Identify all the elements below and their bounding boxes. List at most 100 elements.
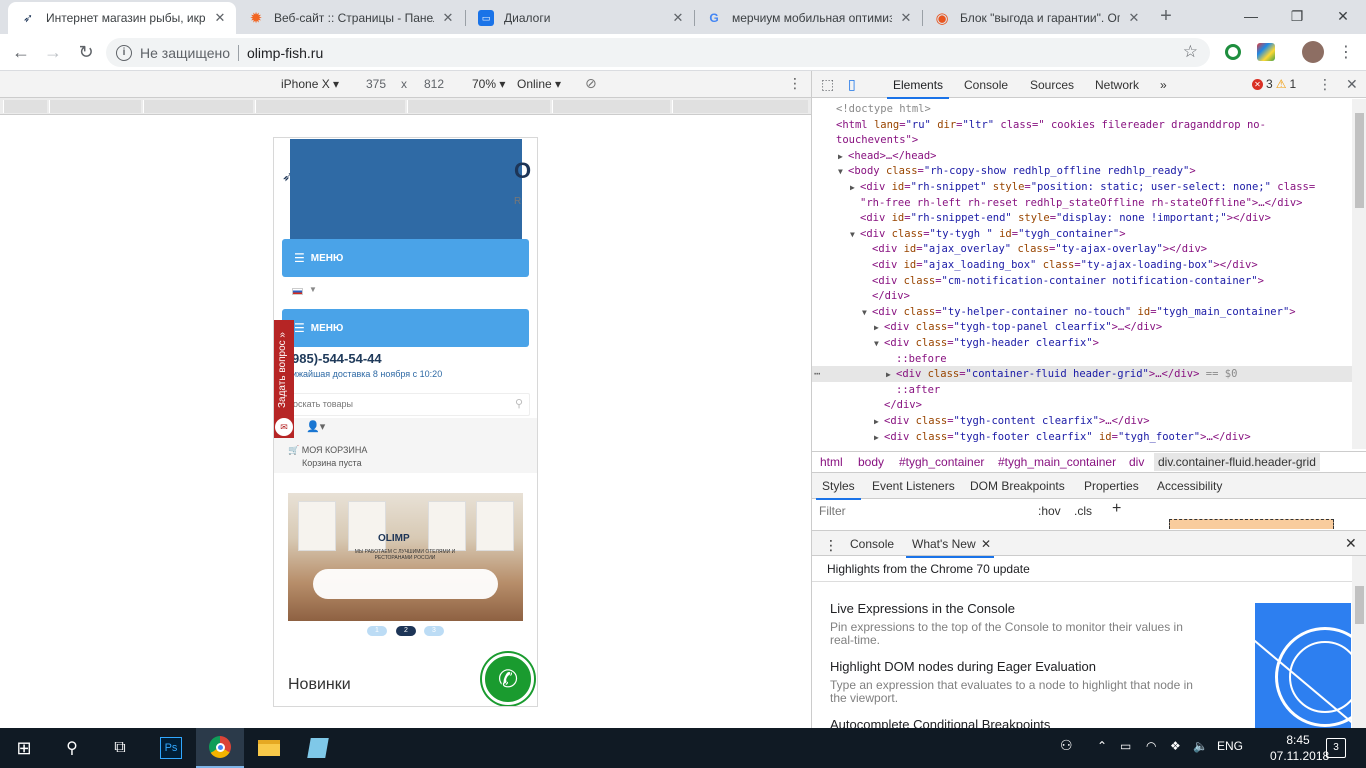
menu-button-top[interactable]: ☰ МЕНЮ — [282, 239, 529, 277]
dom-node[interactable]: <div id="ajax_overlay" class="ty-ajax-ov… — [812, 241, 1352, 257]
device-height-input[interactable]: 812 — [424, 77, 444, 91]
close-tab-icon[interactable]: ✕ — [670, 10, 686, 26]
forward-button[interactable]: → — [41, 40, 65, 64]
dom-node[interactable]: ▼ <div class="ty-helper-container no-touc… — [812, 304, 1352, 320]
zoom-select[interactable]: 70% ▾ — [472, 77, 505, 91]
chevron-down-icon[interactable]: ▼ — [309, 285, 317, 294]
feature-title[interactable]: Highlight DOM nodes during Eager Evaluat… — [830, 659, 1096, 674]
collapse-triangle-icon[interactable]: ▼ — [850, 227, 860, 243]
clock[interactable]: 8:45 07.11.2018 — [1270, 732, 1329, 764]
tab-network[interactable]: Network — [1095, 78, 1139, 92]
minimize-button[interactable]: — — [1228, 0, 1274, 32]
dom-node-selected[interactable]: ⋯ ▶ <div class="container-fluid header-gri… — [812, 366, 1352, 383]
dom-node[interactable]: ▶ <head>…</head> — [812, 148, 1352, 164]
dom-tree[interactable]: <!doctype html> <html lang="ru" dir="ltr"… — [812, 99, 1352, 449]
expand-triangle-icon[interactable]: ▶ — [874, 320, 884, 336]
task-view-button[interactable]: ⧉ — [96, 728, 144, 768]
breadcrumb-body[interactable]: body — [858, 455, 884, 469]
expand-triangle-icon[interactable]: ▶ — [838, 149, 848, 165]
close-tab-icon[interactable]: ✕ — [1126, 10, 1142, 26]
menu-button-second[interactable]: ☰ МЕНЮ — [282, 309, 529, 347]
address-bar[interactable]: i Не защищено olimp-fish.ru ☆ — [106, 38, 1210, 67]
dom-node[interactable]: ::after — [812, 382, 1352, 398]
dropbox-icon[interactable]: ❖ — [1170, 739, 1181, 753]
dom-node[interactable]: </div> — [812, 288, 1352, 304]
tab-console[interactable]: Console — [964, 78, 1008, 92]
new-style-rule-button[interactable]: + — [1112, 500, 1121, 518]
slider-dot-1[interactable]: 1 — [367, 626, 387, 636]
drawer-scrollbar[interactable] — [1352, 556, 1366, 728]
dom-node[interactable]: ▼ <div class="tygh-header clearfix"> — [812, 335, 1352, 351]
extension-green-icon[interactable] — [1225, 44, 1241, 60]
extension-color-icon[interactable] — [1257, 43, 1275, 61]
breadcrumb-tygh-container[interactable]: #tygh_container — [899, 455, 984, 469]
russian-flag-icon[interactable] — [292, 288, 303, 295]
media-query-ruler[interactable] — [0, 98, 811, 115]
dom-node[interactable]: <!doctype html> — [812, 101, 1352, 117]
feature-title[interactable]: Live Expressions in the Console — [830, 601, 1015, 616]
url-text[interactable]: olimp-fish.ru — [247, 45, 323, 61]
dom-node[interactable]: <html lang="ru" dir="ltr" class=" cookie… — [812, 117, 1352, 133]
dom-node[interactable]: ▼ <body class="rh-copy-show redhlp_offlin… — [812, 163, 1352, 179]
tab-dom-breakpoints[interactable]: DOM Breakpoints — [970, 479, 1065, 493]
class-toggle[interactable]: .cls — [1074, 504, 1092, 518]
slider-dot-3[interactable]: 3 — [424, 626, 444, 636]
close-tab-icon[interactable]: ✕ — [212, 10, 228, 26]
dom-node[interactable]: <div id="ajax_loading_box" class="ty-aja… — [812, 257, 1352, 273]
logo-placeholder-block[interactable] — [290, 139, 522, 240]
browser-tab-olimp[interactable]: ➶ Интернет магазин рыбы, икр ✕ — [8, 2, 236, 34]
maximize-button[interactable]: ❐ — [1274, 0, 1320, 32]
tab-event-listeners[interactable]: Event Listeners — [872, 479, 955, 493]
device-toggle-icon[interactable]: ▯ — [848, 76, 856, 93]
start-button[interactable]: ⊞ — [0, 728, 48, 768]
dom-node[interactable]: </div> — [812, 397, 1352, 413]
dom-node[interactable]: <div id="rh-snippet-end" style="display:… — [812, 210, 1352, 226]
promo-banner[interactable]: OLIMP МЫ РАБОТАЕМ С ЛУЧШИМИ ОТЕЛЯМИ И РЕ… — [288, 493, 523, 621]
tab-accessibility[interactable]: Accessibility — [1157, 479, 1222, 493]
dom-node[interactable]: touchevents"> — [812, 132, 1352, 148]
drawer-tab-whats-new[interactable]: What's New — [906, 537, 994, 558]
rotate-icon[interactable]: ⊘ — [585, 75, 597, 92]
app-taskbar-button[interactable] — [294, 728, 342, 768]
breadcrumb-selected[interactable]: div.container-fluid.header-grid — [1154, 453, 1320, 471]
devtools-close-icon[interactable]: ✕ — [1346, 76, 1358, 93]
browser-tab-support[interactable]: ◉ Блок "выгода и гарантии". Оп ✕ — [922, 2, 1150, 34]
inspect-element-icon[interactable]: ⬚ — [821, 76, 834, 93]
tab-sources[interactable]: Sources — [1030, 78, 1074, 92]
tab-styles[interactable]: Styles — [816, 479, 861, 500]
reload-button[interactable]: ↻ — [74, 40, 98, 64]
drawer-tab-console[interactable]: Console — [850, 537, 894, 551]
close-tab-icon[interactable]: ✕ — [981, 537, 991, 551]
slider-dot-2[interactable]: 2 — [396, 626, 416, 636]
cart-title[interactable]: 🛒 МОЯ КОРЗИНА — [288, 445, 367, 456]
battery-icon[interactable]: ▭ — [1120, 739, 1131, 753]
expand-triangle-icon[interactable]: ▶ — [850, 180, 860, 196]
dom-node[interactable]: ::before — [812, 351, 1352, 367]
search-button[interactable]: ⚲ — [48, 728, 96, 768]
dom-node[interactable]: ▶ <div class="tygh-footer clearfix" id="t… — [812, 429, 1352, 445]
device-width-input[interactable]: 375 — [366, 77, 386, 91]
dom-node[interactable]: ▶ <div id="rh-snippet" style="position: s… — [812, 179, 1352, 195]
action-center-button[interactable]: 3 — [1326, 738, 1346, 758]
browser-tab-dialogs[interactable]: ▭ Диалоги ✕ — [466, 2, 694, 34]
expand-triangle-icon[interactable]: ▶ — [874, 430, 884, 446]
browser-tab-pages[interactable]: ✹ Веб-сайт :: Страницы - Панел ✕ — [236, 2, 464, 34]
close-window-button[interactable]: ✕ — [1320, 0, 1366, 32]
file-explorer-taskbar-button[interactable] — [245, 728, 293, 768]
browser-tab-google[interactable]: G мерчиум мобильная оптимиз ✕ — [694, 2, 922, 34]
collapse-triangle-icon[interactable]: ▼ — [862, 305, 872, 321]
close-tab-icon[interactable]: ✕ — [440, 10, 456, 26]
expand-triangle-icon[interactable]: ▶ — [874, 414, 884, 430]
hover-state-toggle[interactable]: :hov — [1038, 504, 1061, 518]
call-button[interactable]: ✆ — [482, 653, 534, 705]
more-tabs-button[interactable]: » — [1160, 78, 1167, 92]
feature-title[interactable]: Autocomplete Conditional Breakpoints — [830, 717, 1050, 728]
tab-properties[interactable]: Properties — [1084, 479, 1139, 493]
close-tab-icon[interactable]: ✕ — [898, 10, 914, 26]
drawer-menu-icon[interactable]: ⋮ — [824, 537, 838, 554]
dom-node[interactable]: <div class="cm-notification-container no… — [812, 273, 1352, 289]
photoshop-taskbar-button[interactable]: Ps — [147, 728, 195, 768]
search-icon[interactable]: ⚲ — [515, 397, 523, 410]
drawer-close-icon[interactable]: ✕ — [1345, 535, 1357, 552]
collapse-triangle-icon[interactable]: ▼ — [838, 164, 848, 180]
